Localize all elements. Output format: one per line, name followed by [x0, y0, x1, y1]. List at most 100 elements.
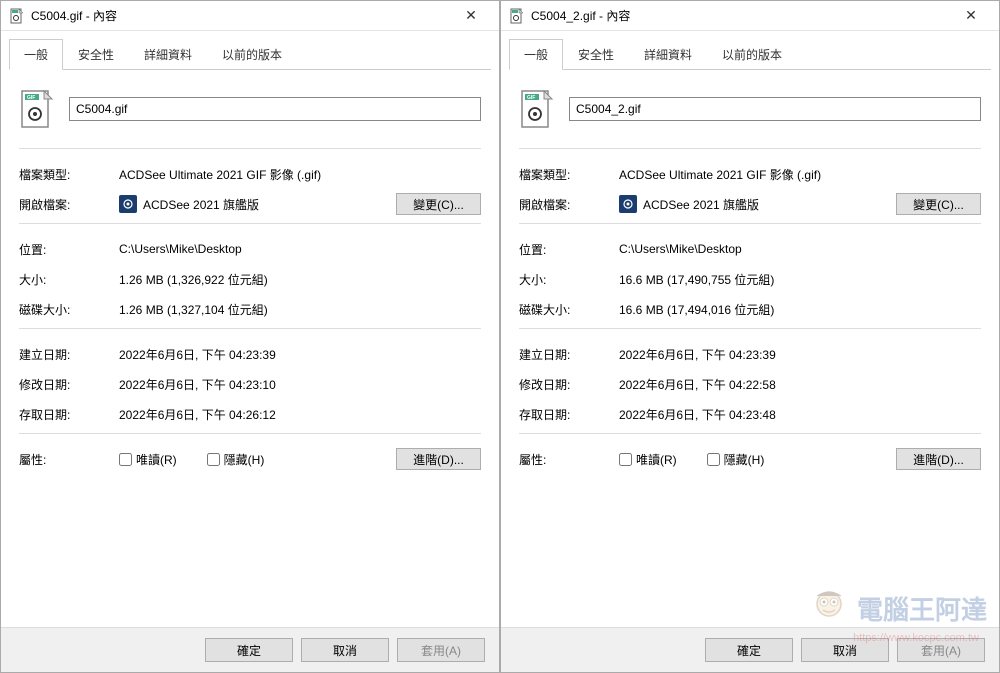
bottom-bar: 確定 取消 套用(A): [501, 627, 999, 672]
file-header: GIF: [19, 82, 481, 144]
ok-button[interactable]: 確定: [705, 638, 793, 662]
readonly-text: 唯讀(R): [636, 451, 677, 468]
row-modified: 修改日期: 2022年6月6日, 下午 04:22:58: [519, 369, 981, 399]
row-created: 建立日期: 2022年6月6日, 下午 04:23:39: [19, 339, 481, 369]
window-title: C5004_2.gif - 內容: [531, 7, 951, 24]
tab-security[interactable]: 安全性: [63, 39, 129, 70]
readonly-text: 唯讀(R): [136, 451, 177, 468]
checkbox-group: 唯讀(R) 隱藏(H): [619, 451, 764, 468]
row-attributes: 屬性: 唯讀(R) 隱藏(H) 進階(D)...: [519, 444, 981, 474]
hidden-checkbox-label[interactable]: 隱藏(H): [207, 451, 265, 468]
readonly-checkbox-label[interactable]: 唯讀(R): [119, 451, 177, 468]
change-button[interactable]: 變更(C)...: [896, 193, 981, 215]
value-filetype: ACDSee Ultimate 2021 GIF 影像 (.gif): [119, 166, 481, 183]
hidden-checkbox-label[interactable]: 隱藏(H): [707, 451, 765, 468]
row-sizeondisk: 磁碟大小: 1.26 MB (1,327,104 位元組): [19, 294, 481, 324]
close-button[interactable]: ✕: [451, 2, 491, 30]
titlebar[interactable]: C5004_2.gif - 內容 ✕: [501, 1, 999, 31]
titlebar[interactable]: C5004.gif - 內容 ✕: [1, 1, 499, 31]
ok-button[interactable]: 確定: [205, 638, 293, 662]
value-size: 1.26 MB (1,326,922 位元組): [119, 271, 481, 288]
label-openwith: 開啟檔案:: [19, 196, 119, 213]
apply-button[interactable]: 套用(A): [397, 638, 485, 662]
value-openwith: ACDSee 2021 旗艦版: [619, 195, 896, 213]
tabs: 一般 安全性 詳細資料 以前的版本: [1, 31, 499, 70]
window-title: C5004.gif - 內容: [31, 7, 451, 24]
filename-input[interactable]: [69, 97, 481, 121]
cancel-button[interactable]: 取消: [301, 638, 389, 662]
label-created: 建立日期:: [519, 346, 619, 363]
label-filetype: 檔案類型:: [519, 166, 619, 183]
advanced-button[interactable]: 進階(D)...: [896, 448, 981, 470]
openwith-name: ACDSee 2021 旗艦版: [643, 196, 759, 213]
tab-previous-versions[interactable]: 以前的版本: [207, 39, 297, 70]
readonly-checkbox[interactable]: [619, 453, 632, 466]
label-modified: 修改日期:: [519, 376, 619, 393]
tab-previous-versions[interactable]: 以前的版本: [707, 39, 797, 70]
tab-general[interactable]: 一般: [509, 39, 563, 70]
spacer: [19, 474, 481, 615]
label-sizeondisk: 磁碟大小:: [519, 301, 619, 318]
row-size: 大小: 16.6 MB (17,490,755 位元組): [519, 264, 981, 294]
properties-dialog-2: C5004_2.gif - 內容 ✕ 一般 安全性 詳細資料 以前的版本 GIF…: [500, 0, 1000, 673]
row-filetype: 檔案類型: ACDSee Ultimate 2021 GIF 影像 (.gif): [519, 159, 981, 189]
tab-details[interactable]: 詳細資料: [629, 39, 707, 70]
apply-button[interactable]: 套用(A): [897, 638, 985, 662]
readonly-checkbox[interactable]: [119, 453, 132, 466]
value-created: 2022年6月6日, 下午 04:23:39: [619, 346, 981, 363]
tab-divider: [509, 69, 991, 70]
readonly-checkbox-label[interactable]: 唯讀(R): [619, 451, 677, 468]
value-accessed: 2022年6月6日, 下午 04:23:48: [619, 406, 981, 423]
value-accessed: 2022年6月6日, 下午 04:26:12: [119, 406, 481, 423]
label-location: 位置:: [19, 241, 119, 258]
tab-details[interactable]: 詳細資料: [129, 39, 207, 70]
tabs: 一般 安全性 詳細資料 以前的版本: [501, 31, 999, 70]
row-location: 位置: C:\Users\Mike\Desktop: [519, 234, 981, 264]
advanced-button[interactable]: 進階(D)...: [396, 448, 481, 470]
row-modified: 修改日期: 2022年6月6日, 下午 04:23:10: [19, 369, 481, 399]
divider: [19, 148, 481, 149]
properties-dialog-1: C5004.gif - 內容 ✕ 一般 安全性 詳細資料 以前的版本 GIF 檔…: [0, 0, 500, 673]
hidden-text: 隱藏(H): [724, 451, 765, 468]
svg-text:GIF: GIF: [27, 95, 35, 101]
label-size: 大小:: [519, 271, 619, 288]
content-panel: GIF 檔案類型: ACDSee Ultimate 2021 GIF 影像 (.…: [501, 70, 999, 627]
tab-security[interactable]: 安全性: [563, 39, 629, 70]
divider: [19, 328, 481, 329]
row-openwith: 開啟檔案: ACDSee 2021 旗艦版 變更(C)...: [19, 189, 481, 219]
row-sizeondisk: 磁碟大小: 16.6 MB (17,494,016 位元組): [519, 294, 981, 324]
acdsee-icon: [119, 195, 137, 213]
value-location: C:\Users\Mike\Desktop: [619, 242, 981, 256]
file-large-icon: GIF: [519, 88, 555, 130]
svg-text:GIF: GIF: [527, 95, 535, 101]
hidden-text: 隱藏(H): [224, 451, 265, 468]
close-button[interactable]: ✕: [951, 2, 991, 30]
divider: [519, 223, 981, 224]
label-attributes: 屬性:: [19, 451, 119, 468]
label-sizeondisk: 磁碟大小:: [19, 301, 119, 318]
bottom-bar: 確定 取消 套用(A): [1, 627, 499, 672]
row-accessed: 存取日期: 2022年6月6日, 下午 04:23:48: [519, 399, 981, 429]
hidden-checkbox[interactable]: [707, 453, 720, 466]
filename-input[interactable]: [569, 97, 981, 121]
checkbox-group: 唯讀(R) 隱藏(H): [119, 451, 264, 468]
row-accessed: 存取日期: 2022年6月6日, 下午 04:26:12: [19, 399, 481, 429]
value-openwith: ACDSee 2021 旗艦版: [119, 195, 396, 213]
row-created: 建立日期: 2022年6月6日, 下午 04:23:39: [519, 339, 981, 369]
cancel-button[interactable]: 取消: [801, 638, 889, 662]
divider: [519, 148, 981, 149]
hidden-checkbox[interactable]: [207, 453, 220, 466]
row-size: 大小: 1.26 MB (1,326,922 位元組): [19, 264, 481, 294]
label-created: 建立日期:: [19, 346, 119, 363]
row-openwith: 開啟檔案: ACDSee 2021 旗艦版 變更(C)...: [519, 189, 981, 219]
gif-file-icon: [9, 8, 25, 24]
value-size: 16.6 MB (17,490,755 位元組): [619, 271, 981, 288]
label-attributes: 屬性:: [519, 451, 619, 468]
label-filetype: 檔案類型:: [19, 166, 119, 183]
row-attributes: 屬性: 唯讀(R) 隱藏(H) 進階(D)...: [19, 444, 481, 474]
change-button[interactable]: 變更(C)...: [396, 193, 481, 215]
label-accessed: 存取日期:: [519, 406, 619, 423]
tab-divider: [9, 69, 491, 70]
tab-general[interactable]: 一般: [9, 39, 63, 70]
value-modified: 2022年6月6日, 下午 04:22:58: [619, 376, 981, 393]
